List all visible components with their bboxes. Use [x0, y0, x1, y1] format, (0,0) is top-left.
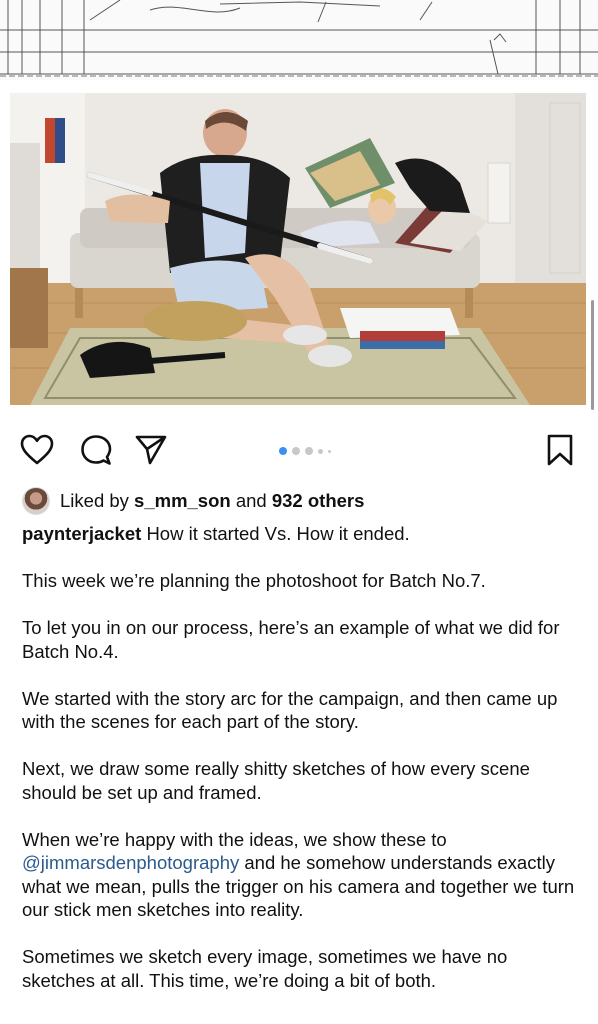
- caption-paragraph: When we’re happy with the ideas, we show…: [22, 828, 582, 922]
- caption-text: When we’re happy with the ideas, we show…: [22, 828, 447, 850]
- caption-paragraph: Next, we draw some really shitty sketche…: [22, 758, 530, 803]
- likes-count[interactable]: 932 others: [272, 490, 365, 512]
- like-button[interactable]: [17, 430, 57, 470]
- carousel-dot: [328, 449, 331, 453]
- carousel-dot: [318, 448, 323, 454]
- likes-row[interactable]: Liked by s_mm_son and 932 others: [22, 487, 364, 515]
- share-button[interactable]: [131, 430, 171, 470]
- likes-middle: and: [235, 490, 267, 511]
- caption-first-line: paynterjacket How it started Vs. How it …: [22, 522, 582, 546]
- caption-paragraph: We started with the story arc for the ca…: [22, 687, 558, 733]
- bookmark-button[interactable]: [540, 430, 580, 470]
- likes-prefix: Liked by: [60, 490, 129, 511]
- caption-text: How it started Vs. How it ended.: [146, 523, 410, 544]
- mention-link[interactable]: @jimmarsdenphotography: [22, 852, 239, 873]
- heart-icon: [20, 434, 54, 465]
- bookmark-icon: [547, 434, 573, 466]
- caption-username[interactable]: paynterjacket: [22, 523, 141, 544]
- post-caption: paynterjacket How it started Vs. How it …: [22, 522, 582, 1016]
- caption-paragraph: This week we’re planning the photoshoot …: [22, 570, 486, 591]
- caption-paragraph: Sometimes we sketch every image, sometim…: [22, 946, 508, 991]
- sketch-image: [0, 0, 598, 80]
- carousel-dot: [292, 447, 300, 455]
- carousel-dot: [305, 447, 313, 455]
- caption-paragraph: To let you in on our process, here’s an …: [22, 617, 560, 662]
- comment-icon: [81, 435, 112, 465]
- comment-button[interactable]: [76, 430, 116, 470]
- liker-username[interactable]: s_mm_son: [134, 490, 231, 512]
- carousel-indicator: [279, 446, 331, 456]
- scrollbar[interactable]: [591, 300, 594, 410]
- post-photo[interactable]: [10, 93, 586, 405]
- carousel-dot: [279, 447, 287, 455]
- share-icon: [135, 435, 167, 465]
- avatar[interactable]: [22, 487, 50, 515]
